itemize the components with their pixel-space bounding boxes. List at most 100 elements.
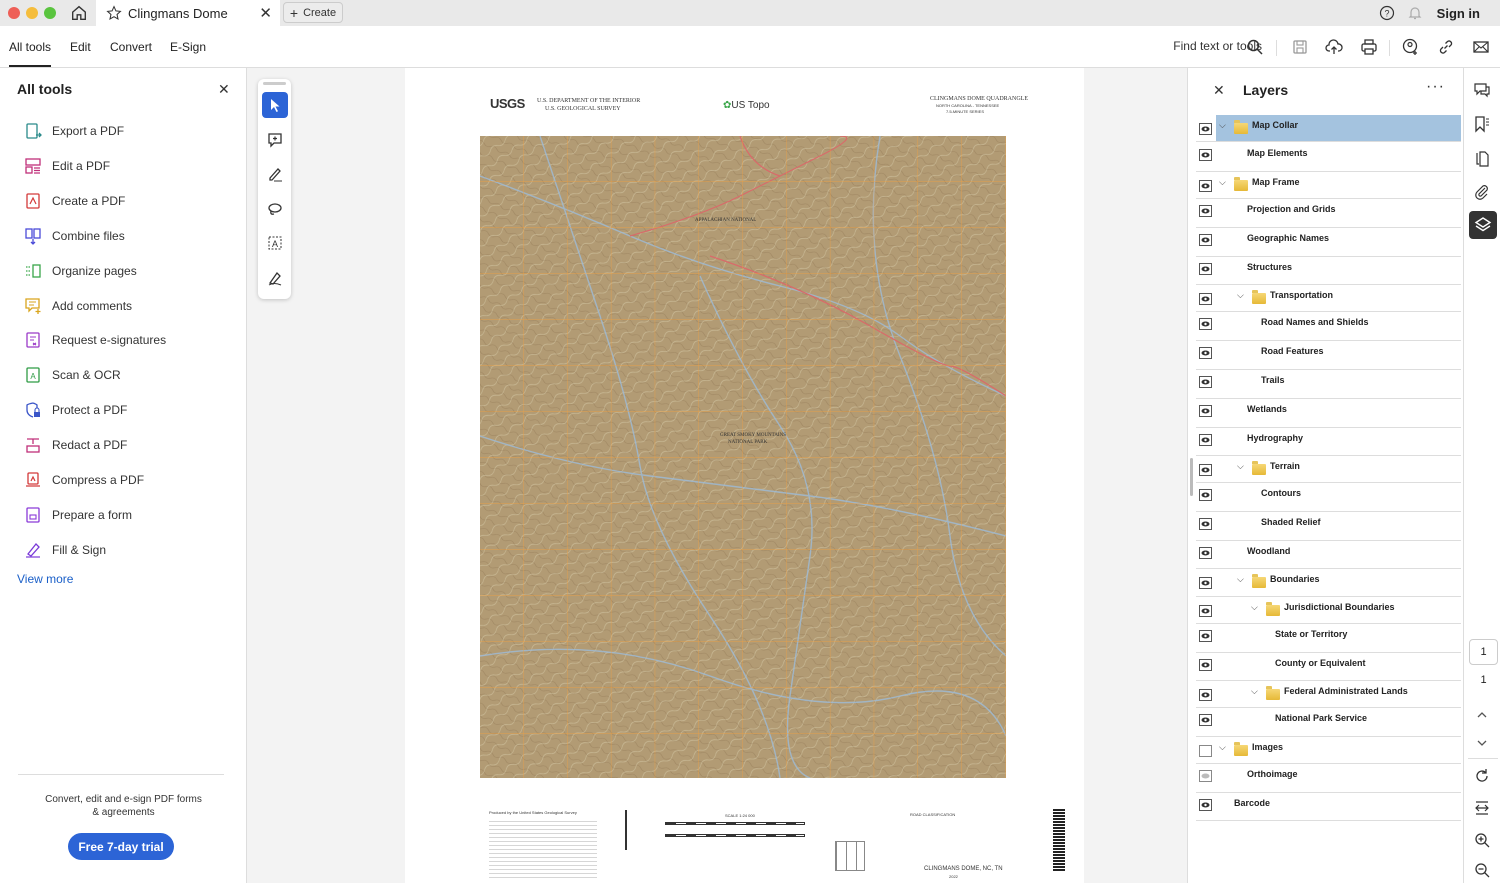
layer-row-terrain[interactable]: ⌵ Terrain — [1196, 456, 1461, 483]
tool-scan-ocr[interactable]: A Scan & OCR — [24, 365, 121, 385]
tool-redact-a-pdf[interactable]: Redact a PDF — [24, 435, 127, 455]
layer-row-map-frame[interactable]: ⌵ Map Frame — [1196, 172, 1461, 199]
tool-prepare-a-form[interactable]: Prepare a form — [24, 505, 132, 525]
share-user-icon[interactable] — [1402, 38, 1420, 56]
print-icon[interactable] — [1360, 38, 1378, 56]
layer-row-shaded-relief[interactable]: Shaded Relief — [1196, 512, 1461, 541]
visibility-toggle[interactable] — [1199, 659, 1212, 671]
tab-edit[interactable]: Edit — [70, 40, 91, 54]
view-more-link[interactable]: View more — [17, 572, 73, 586]
attachments-icon[interactable] — [1473, 183, 1491, 201]
layer-row-wetlands[interactable]: Wetlands — [1196, 399, 1461, 428]
visibility-toggle[interactable] — [1199, 434, 1212, 446]
tool-protect-a-pdf[interactable]: Protect a PDF — [24, 400, 127, 420]
layer-row-road-features[interactable]: Road Features — [1196, 341, 1461, 370]
layer-row-map-elements[interactable]: Map Elements — [1196, 143, 1461, 172]
star-icon[interactable] — [106, 5, 122, 21]
layer-row-road-names-and-shields[interactable]: Road Names and Shields — [1196, 312, 1461, 341]
more-options-icon[interactable]: ··· — [1426, 78, 1445, 96]
document-canvas[interactable]: A USGS U.S. DEPARTMENT OF THE INTERIOR U… — [248, 68, 1186, 883]
close-tab-icon[interactable]: ✕ — [259, 4, 272, 22]
visibility-toggle[interactable] — [1199, 630, 1212, 642]
rotate-icon[interactable] — [1473, 767, 1491, 785]
chevron-down-icon[interactable]: ⌵ — [1219, 120, 1226, 131]
layer-row-orthoimage[interactable]: Orthoimage — [1196, 764, 1461, 793]
layer-row-boundaries[interactable]: ⌵ Boundaries — [1196, 569, 1461, 597]
link-icon[interactable] — [1437, 38, 1455, 56]
visibility-toggle[interactable] — [1199, 577, 1212, 589]
drag-handle[interactable] — [263, 82, 286, 85]
pages-icon[interactable] — [1473, 149, 1491, 167]
layer-row-geographic-names[interactable]: Geographic Names — [1196, 228, 1461, 257]
page-number-input[interactable]: 1 — [1469, 639, 1498, 665]
layers-scrollbar[interactable] — [1190, 458, 1193, 496]
visibility-toggle[interactable] — [1199, 714, 1212, 726]
layer-row-federal-administrated-lands[interactable]: ⌵ Federal Administrated Lands — [1196, 681, 1461, 708]
zoom-in-icon[interactable] — [1473, 831, 1491, 849]
sign-in-button[interactable]: Sign in — [1437, 6, 1480, 21]
layer-row-images[interactable]: ⌵ Images — [1196, 737, 1461, 764]
visibility-toggle[interactable] — [1199, 547, 1212, 559]
chevron-down-icon[interactable]: ⌵ — [1237, 461, 1244, 472]
visibility-toggle[interactable] — [1199, 770, 1212, 782]
text-tool-button[interactable]: A — [262, 230, 288, 256]
layer-row-trails[interactable]: Trails — [1196, 370, 1461, 399]
visibility-toggle[interactable] — [1199, 489, 1212, 501]
tool-create-a-pdf[interactable]: Create a PDF — [24, 191, 125, 211]
tab-all-tools[interactable]: All tools — [9, 40, 52, 67]
layer-row-national-park-service[interactable]: National Park Service — [1196, 708, 1461, 737]
layer-row-barcode[interactable]: Barcode — [1196, 793, 1461, 821]
bookmarks-icon[interactable] — [1473, 115, 1491, 133]
chevron-down-icon[interactable]: ⌵ — [1237, 574, 1244, 585]
layer-row-hydrography[interactable]: Hydrography — [1196, 428, 1461, 456]
document-tab[interactable]: Clingmans Dome ✕ — [96, 0, 280, 26]
home-icon[interactable] — [70, 4, 88, 22]
tool-add-comments[interactable]: Add comments — [24, 296, 132, 316]
layer-row-transportation[interactable]: ⌵ Transportation — [1196, 285, 1461, 312]
help-icon[interactable]: ? — [1379, 5, 1395, 21]
chevron-down-icon[interactable]: ⌵ — [1251, 686, 1258, 697]
visibility-toggle[interactable] — [1199, 180, 1212, 192]
save-icon[interactable] — [1291, 38, 1309, 56]
chevron-down-icon[interactable]: ⌵ — [1219, 177, 1226, 188]
tool-request-e-signatures[interactable]: Request e-signatures — [24, 330, 166, 350]
chevron-down-icon[interactable] — [1473, 734, 1491, 752]
visibility-toggle[interactable] — [1199, 263, 1212, 275]
layer-row-county-or-equivalent[interactable]: County or Equivalent — [1196, 653, 1461, 681]
close-panel-icon[interactable]: ✕ — [218, 81, 230, 98]
layer-row-projection-and-grids[interactable]: Projection and Grids — [1196, 199, 1461, 228]
bell-icon[interactable] — [1407, 5, 1423, 21]
maximize-window-button[interactable] — [44, 7, 56, 19]
tab-convert[interactable]: Convert — [110, 40, 152, 54]
upload-cloud-icon[interactable] — [1325, 38, 1343, 56]
layer-row-contours[interactable]: Contours — [1196, 483, 1461, 512]
visibility-toggle[interactable] — [1199, 123, 1212, 135]
create-button[interactable]: + Create — [283, 2, 343, 23]
close-window-button[interactable] — [8, 7, 20, 19]
select-tool-button[interactable] — [262, 92, 288, 118]
chevron-down-icon[interactable]: ⌵ — [1219, 742, 1226, 753]
visibility-toggle[interactable] — [1199, 405, 1212, 417]
tab-esign[interactable]: E-Sign — [170, 40, 206, 54]
chevron-down-icon[interactable]: ⌵ — [1237, 290, 1244, 301]
layer-row-structures[interactable]: Structures — [1196, 257, 1461, 285]
draw-tool-button[interactable] — [262, 196, 288, 222]
visibility-toggle[interactable] — [1199, 376, 1212, 388]
layer-row-woodland[interactable]: Woodland — [1196, 541, 1461, 569]
close-layers-icon[interactable]: ✕ — [1213, 82, 1225, 99]
visibility-toggle[interactable] — [1199, 318, 1212, 330]
visibility-toggle[interactable] — [1199, 149, 1212, 161]
chevron-up-icon[interactable] — [1473, 706, 1491, 724]
visibility-toggle[interactable] — [1199, 205, 1212, 217]
minimize-window-button[interactable] — [26, 7, 38, 19]
sign-tool-button[interactable] — [262, 265, 288, 291]
zoom-out-icon[interactable] — [1473, 861, 1491, 879]
tool-fill-sign[interactable]: Fill & Sign — [24, 540, 106, 560]
visibility-toggle[interactable] — [1199, 293, 1212, 305]
tool-organize-pages[interactable]: Organize pages — [24, 261, 137, 281]
tool-combine-files[interactable]: Combine files — [24, 226, 125, 246]
visibility-toggle[interactable] — [1199, 518, 1212, 530]
visibility-toggle[interactable] — [1199, 799, 1212, 811]
visibility-toggle[interactable] — [1199, 745, 1212, 757]
search-icon[interactable] — [1246, 38, 1264, 56]
